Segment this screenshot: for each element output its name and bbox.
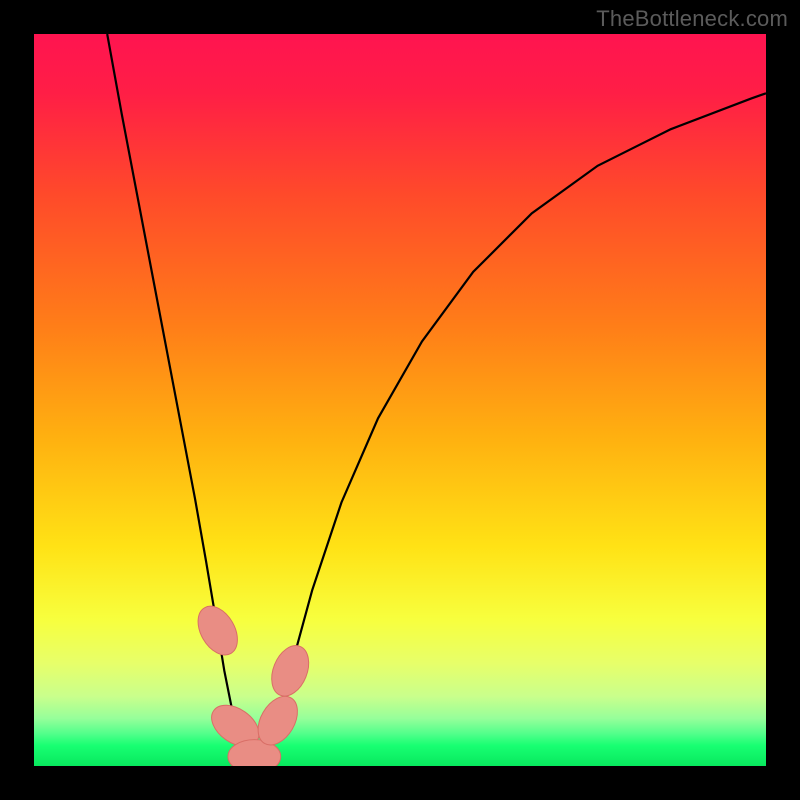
watermark-text: TheBottleneck.com (596, 6, 788, 32)
plot-area (34, 34, 766, 766)
gradient-background (34, 34, 766, 766)
chart-frame: TheBottleneck.com (0, 0, 800, 800)
chart-svg (34, 34, 766, 766)
